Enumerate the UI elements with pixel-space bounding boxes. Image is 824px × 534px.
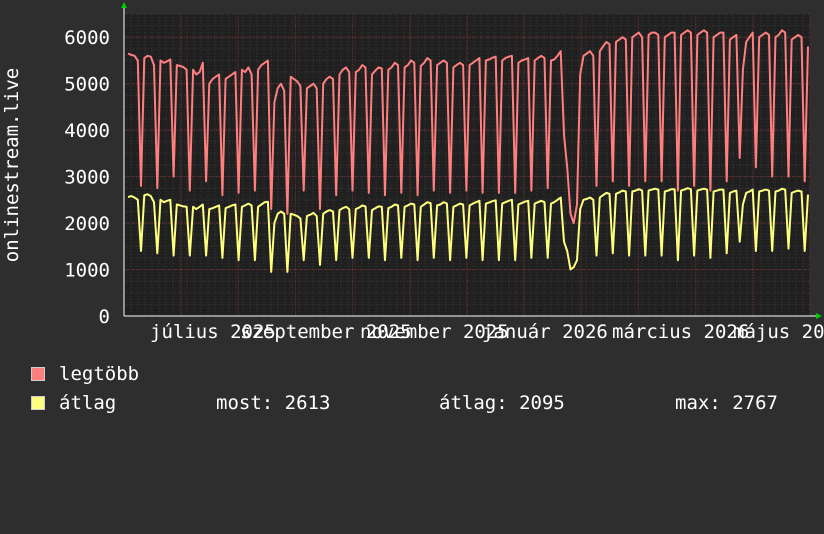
stat-max: max: 2767	[675, 392, 778, 414]
legend-swatch-max	[31, 367, 45, 381]
x-axis-arrow	[816, 313, 822, 319]
legend-label-avg: átlag	[59, 392, 117, 414]
legend-swatch-avg	[31, 396, 45, 410]
x-tick-label: január 2026	[482, 321, 608, 343]
y-tick-label: 6000	[64, 27, 110, 49]
y-tick-label: 4000	[64, 120, 110, 142]
stat-average: átlag: 2095	[439, 392, 565, 414]
y-tick-label: 2000	[64, 213, 110, 235]
y-tick-label: 0	[99, 306, 110, 328]
chart-root: 0 1000 2000 3000 4000 5000 6000 július 2025 szep…	[0, 0, 824, 430]
y-axis-label: onlinestream.live	[1, 68, 23, 262]
x-tick-label: március 2026	[612, 321, 749, 343]
y-tick-label: 5000	[64, 74, 110, 96]
legend-row-avg: átlag most: 2613 átlag: 2095 max: 2767	[31, 393, 811, 413]
legend-label-max: legtöbb	[59, 363, 140, 385]
stat-now: most: 2613	[216, 392, 331, 414]
legend-row-max: legtöbb	[31, 364, 139, 384]
y-axis-arrow	[121, 2, 127, 8]
y-tick-label: 1000	[64, 260, 110, 282]
y-tick-label: 3000	[64, 167, 110, 189]
x-tick-label: május 2026	[733, 321, 824, 343]
